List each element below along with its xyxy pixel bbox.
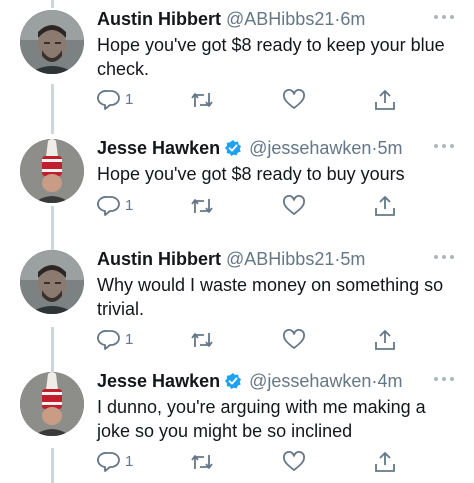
share-icon [375,196,395,216]
reply-icon [97,90,120,110]
author-name[interactable]: Jesse Hawken [97,371,220,391]
tweet-actions: 1 [97,89,417,111]
retweet-button[interactable] [190,89,214,111]
like-icon [283,451,305,471]
like-button[interactable] [282,329,306,351]
like-button[interactable] [282,451,306,473]
share-icon [375,452,395,472]
more-icon[interactable] [432,375,456,383]
reply-icon [97,452,120,472]
tweet-text: Why would I waste money on something so … [97,275,444,319]
reply-button[interactable]: 1 [97,89,147,111]
more-icon[interactable] [432,13,456,21]
tweet-header: Austin Hibbert @ABHibbs21·5m [97,246,454,272]
tweet[interactable]: Austin Hibbert @ABHibbs21·6m Hope you've… [0,0,474,121]
retweet-button[interactable] [190,195,214,217]
author-handle[interactable]: @ABHibbs21 [226,9,334,29]
share-button[interactable] [373,195,397,217]
tweet-actions: 1 [97,329,417,351]
more-icon[interactable] [432,142,456,150]
like-icon [283,195,305,215]
retweet-icon [191,93,213,107]
tweet[interactable]: Jesse Hawken @jessehawken·5m Hope you've… [0,129,474,250]
share-button[interactable] [373,89,397,111]
author-name[interactable]: Jesse Hawken [97,138,220,158]
share-button[interactable] [373,329,397,351]
author-handle[interactable]: @jessehawken [249,371,371,391]
tweet-time[interactable]: 4m [377,371,402,391]
reply-button[interactable]: 1 [97,195,147,217]
like-button[interactable] [282,89,306,111]
more-icon[interactable] [432,253,456,261]
tweet-text: I dunno, you're arguing with me making a… [97,397,426,441]
retweet-button[interactable] [190,451,214,473]
tweet-text: Hope you've got $8 ready to keep your bl… [97,35,445,79]
like-icon [283,89,305,109]
verified-badge-icon [225,373,242,389]
tweet-header: Jesse Hawken @jessehawken·5m [97,135,454,161]
reply-button[interactable]: 1 [97,329,147,351]
reply-count: 1 [125,453,134,470]
share-button[interactable] [373,451,397,473]
retweet-icon [191,199,213,213]
tweet[interactable]: Jesse Hawken @jessehawken·4m I dunno, yo… [0,362,474,483]
reply-count: 1 [125,197,134,214]
reply-count: 1 [125,91,134,108]
author-name[interactable]: Austin Hibbert [97,9,221,29]
tweet-time[interactable]: 6m [340,9,365,29]
reply-icon [97,330,120,350]
tweet-header: Austin Hibbert @ABHibbs21·6m [97,6,454,32]
avatar-jesse[interactable] [20,139,84,203]
tweet-actions: 1 [97,195,417,217]
retweet-button[interactable] [190,329,214,351]
tweet-time[interactable]: 5m [377,138,402,158]
like-button[interactable] [282,195,306,217]
avatar-austin[interactable] [20,10,84,74]
author-name[interactable]: Austin Hibbert [97,249,221,269]
avatar-austin[interactable] [20,250,84,314]
tweet-time[interactable]: 5m [340,249,365,269]
tweet-header: Jesse Hawken @jessehawken·4m [97,368,454,394]
like-icon [283,329,305,349]
tweet-actions: 1 [97,451,417,473]
reply-button[interactable]: 1 [97,451,147,473]
retweet-icon [191,333,213,347]
author-handle[interactable]: @jessehawken [249,138,371,158]
reply-icon [97,196,120,216]
retweet-icon [191,455,213,469]
author-handle[interactable]: @ABHibbs21 [226,249,334,269]
avatar-jesse[interactable] [20,372,84,436]
tweet-text: Hope you've got $8 ready to buy yours [97,164,405,184]
verified-badge-icon [225,140,242,156]
reply-count: 1 [125,331,134,348]
share-icon [375,330,395,350]
tweet[interactable]: Austin Hibbert @ABHibbs21·5m Why would I… [0,240,474,361]
share-icon [375,90,395,110]
